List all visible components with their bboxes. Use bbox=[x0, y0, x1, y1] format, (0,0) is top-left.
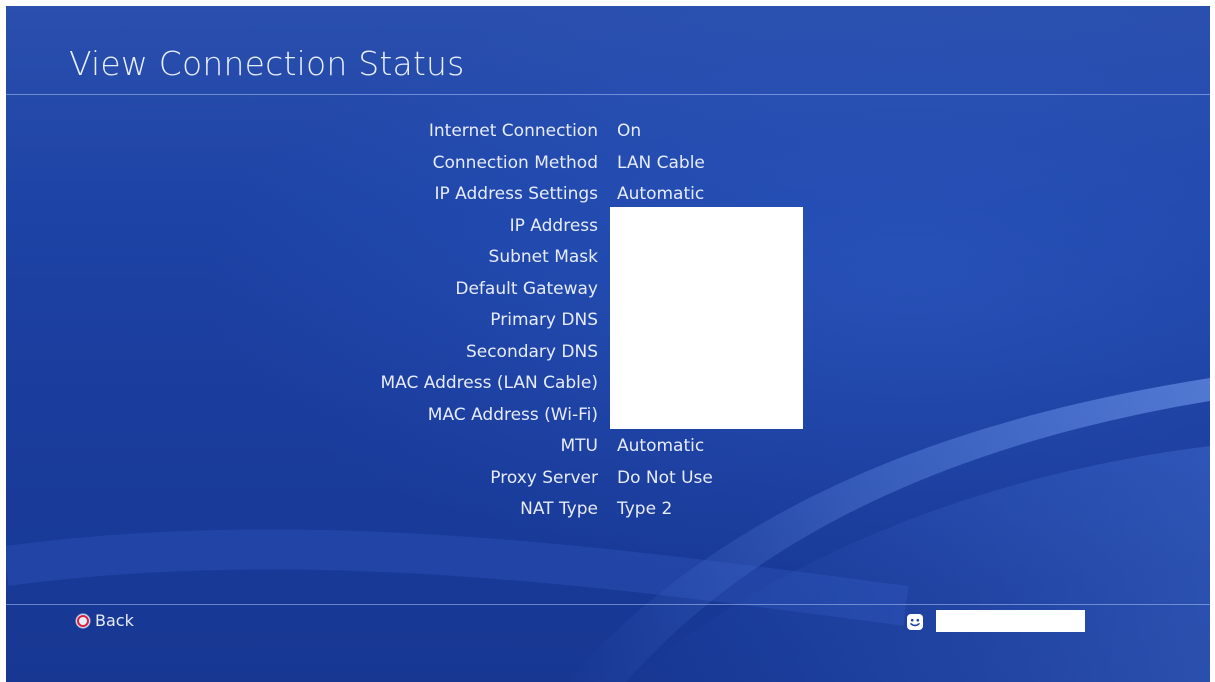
status-label: Default Gateway bbox=[455, 278, 598, 299]
status-label: Connection Method bbox=[432, 152, 598, 173]
status-value: Automatic bbox=[617, 436, 705, 456]
status-row-internet-connection: Internet Connection On bbox=[6, 116, 1210, 148]
status-row-ip-address: IP Address bbox=[6, 211, 1210, 243]
page-title: View Connection Status bbox=[69, 44, 465, 83]
status-label: IP Address bbox=[509, 215, 598, 236]
status-label: MAC Address (LAN Cable) bbox=[380, 373, 598, 393]
status-row-subnet-mask: Subnet Mask bbox=[6, 242, 1210, 274]
status-row-ip-address-settings: IP Address Settings Automatic bbox=[6, 179, 1210, 211]
status-value: LAN Cable bbox=[617, 152, 705, 173]
footer-divider bbox=[6, 604, 1210, 605]
status-row-primary-dns: Primary DNS bbox=[6, 305, 1210, 337]
status-label: NAT Type bbox=[520, 499, 598, 519]
status-label: IP Address Settings bbox=[434, 184, 598, 204]
status-list: Internet Connection On Connection Method… bbox=[6, 116, 1210, 526]
back-button[interactable]: Back bbox=[75, 611, 134, 630]
status-label: Primary DNS bbox=[490, 310, 598, 330]
header-divider bbox=[6, 94, 1210, 95]
status-value: On bbox=[617, 121, 642, 141]
status-row-proxy-server: Proxy Server Do Not Use bbox=[6, 463, 1210, 495]
status-row-mac-address-lan: MAC Address (LAN Cable) bbox=[6, 368, 1210, 400]
user-face-icon bbox=[907, 614, 923, 630]
connection-status-screen: View Connection Status Internet Connecti… bbox=[6, 6, 1210, 682]
status-value: Do Not Use bbox=[617, 467, 713, 488]
back-label: Back bbox=[95, 611, 134, 630]
status-row-mac-address-wifi: MAC Address (Wi-Fi) bbox=[6, 400, 1210, 432]
status-label: Proxy Server bbox=[490, 467, 598, 488]
status-row-secondary-dns: Secondary DNS bbox=[6, 337, 1210, 369]
status-value: Automatic bbox=[617, 184, 705, 204]
user-name-field bbox=[936, 610, 1085, 632]
status-label: MTU bbox=[560, 436, 599, 456]
status-row-mtu: MTU Automatic bbox=[6, 431, 1210, 463]
circle-button-icon bbox=[75, 612, 91, 629]
status-label: Secondary DNS bbox=[465, 341, 598, 362]
status-value: Type 2 bbox=[617, 499, 673, 519]
status-row-default-gateway: Default Gateway bbox=[6, 274, 1210, 306]
status-row-connection-method: Connection Method LAN Cable bbox=[6, 148, 1210, 180]
redacted-values-block bbox=[610, 207, 803, 429]
status-label: Subnet Mask bbox=[488, 247, 598, 267]
status-row-nat-type: NAT Type Type 2 bbox=[6, 494, 1210, 526]
status-label: MAC Address (Wi-Fi) bbox=[427, 404, 598, 425]
status-label: Internet Connection bbox=[428, 121, 598, 141]
